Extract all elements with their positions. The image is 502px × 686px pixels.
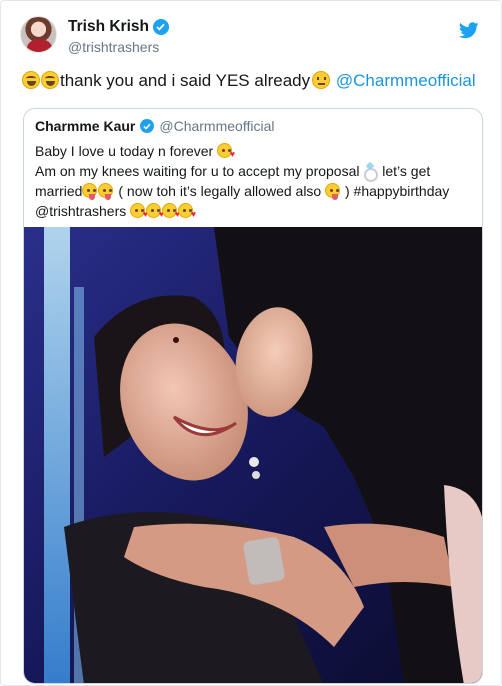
kiss-emoji-icon [162, 203, 180, 219]
quoted-photo[interactable] [24, 227, 482, 683]
kiss-emoji-icon [146, 203, 164, 219]
kiss-emoji-icon [217, 143, 235, 159]
tongue-emoji-icon [82, 183, 98, 200]
quoted-mention[interactable]: @trishtrashers [35, 203, 126, 219]
quoted-line-4: @trishtrashers [35, 201, 475, 221]
twitter-bird-icon[interactable] [459, 22, 479, 39]
quoted-text-segment: Am on my knees waiting for u to accept m… [35, 163, 360, 179]
quoted-line-2: Am on my knees waiting for u to accept m… [35, 161, 475, 182]
author-avatar[interactable] [20, 16, 57, 53]
author-handle[interactable]: @trishtrashers [68, 39, 159, 55]
quoted-text-segment: Baby I love u today n forever [35, 143, 214, 159]
quoted-text-segment: let’s get [382, 163, 431, 179]
quoted-line-3: married ( now toh it’s legally allowed a… [35, 181, 475, 201]
quoted-line-1: Baby I love u today n forever [35, 141, 475, 161]
quoted-tweet-text: Baby I love u today n forever Am on my k… [35, 141, 475, 221]
joy-emoji-icon [41, 71, 59, 89]
photo-bindi [173, 337, 179, 343]
kiss-emoji-icon [178, 203, 196, 219]
mention-link[interactable]: @Charmmeofficial [336, 71, 476, 90]
quoted-author-handle: @Charmmeofficial [159, 118, 275, 134]
kiss-emoji-icon [130, 203, 148, 219]
ring-emoji-icon [363, 163, 379, 182]
author-name-row[interactable]: Trish Krish [68, 18, 169, 36]
photo-light-strip [44, 227, 70, 683]
tweet-card[interactable]: Trish Krish @trishtrashers thank you and… [0, 0, 502, 686]
photo-earring [249, 457, 259, 467]
tongue-emoji-icon [325, 183, 341, 200]
photo-earring [252, 471, 260, 479]
neutral-face-emoji-icon [312, 71, 331, 89]
quoted-text-segment: ( now toh it’s legally allowed also [118, 183, 322, 199]
quoted-tweet[interactable]: Charmme Kaur @Charmmeofficial Baby I lov… [23, 108, 483, 684]
photo-bangles [243, 537, 285, 585]
quoted-text-segment: married [35, 183, 83, 199]
tweet-body: thank you and i said YES already [60, 71, 311, 90]
tweet-text: thank you and i said YES already @Charmm… [22, 69, 487, 93]
joy-emoji-icon [22, 71, 40, 89]
quoted-author-name: Charmme Kaur [35, 118, 136, 134]
author-name[interactable]: Trish Krish [68, 18, 149, 36]
tongue-emoji-icon [98, 183, 114, 200]
quoted-author-row: Charmme Kaur @Charmmeofficial [35, 118, 274, 134]
verified-badge-icon [152, 19, 169, 35]
verified-badge-icon [140, 119, 155, 133]
hashtag-link[interactable]: ) #happybirthday [345, 183, 449, 199]
